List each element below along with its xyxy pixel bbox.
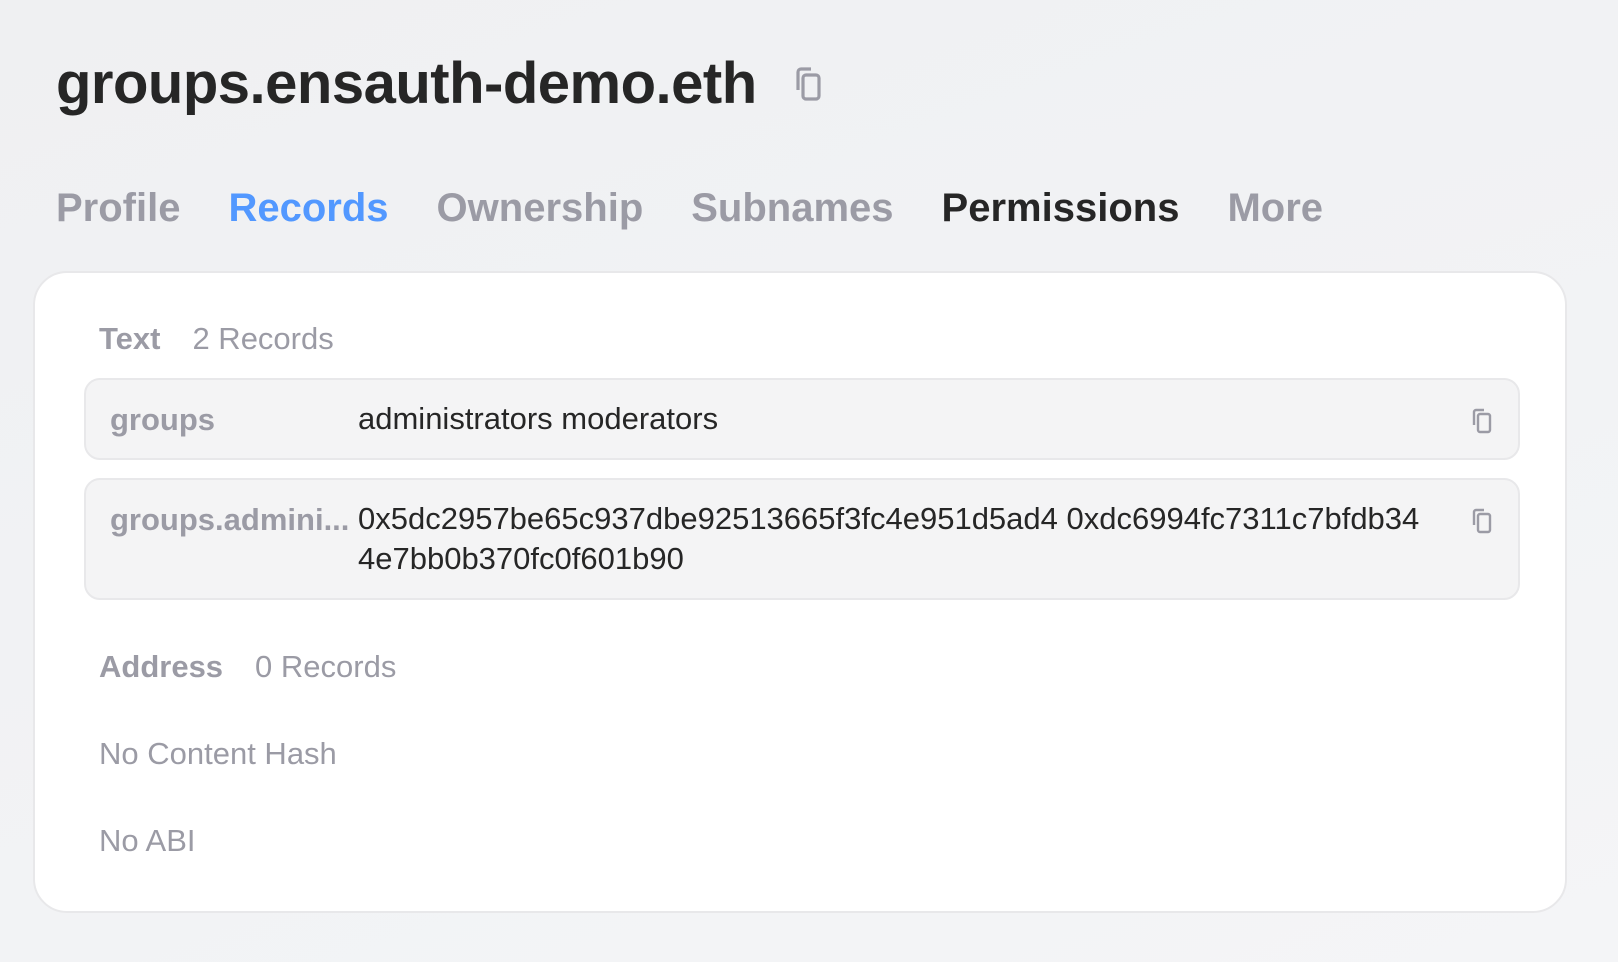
tab-records[interactable]: Records [228, 186, 388, 230]
title-row: groups.ensauth-demo.eth [56, 52, 825, 116]
address-records-header: Address 0 Records [99, 649, 396, 685]
text-records-header: Text 2 Records [99, 321, 334, 357]
tab-subnames[interactable]: Subnames [691, 186, 893, 230]
tab-permissions[interactable]: Permissions [942, 186, 1180, 230]
page-title: groups.ensauth-demo.eth [56, 51, 757, 116]
abi-note: No ABI [99, 823, 196, 858]
tab-bar: Profile Records Ownership Subnames Permi… [56, 186, 1323, 230]
text-section-title: Text [99, 321, 161, 356]
text-record-row: groups administrators moderators [84, 378, 1520, 460]
tab-ownership[interactable]: Ownership [437, 186, 644, 230]
records-card: Text 2 Records groups administrators mod… [33, 271, 1567, 913]
copy-icon[interactable] [791, 65, 825, 103]
record-key: groups.admini... [110, 502, 350, 537]
text-record-count: 2 Records [192, 321, 334, 356]
tab-profile[interactable]: Profile [56, 186, 180, 230]
text-record-row: groups.admini... 0x5dc2957be65c937dbe925… [84, 478, 1520, 600]
copy-icon[interactable] [1468, 506, 1496, 536]
tab-more[interactable]: More [1227, 186, 1323, 230]
address-section-title: Address [99, 649, 224, 684]
record-value: 0x5dc2957be65c937dbe92513665f3fc4e951d5a… [358, 501, 1420, 576]
copy-icon[interactable] [1468, 406, 1496, 436]
record-key: groups [110, 402, 216, 437]
content-hash-note: No Content Hash [99, 736, 337, 771]
address-record-count: 0 Records [255, 649, 397, 684]
record-value: administrators moderators [358, 401, 719, 436]
